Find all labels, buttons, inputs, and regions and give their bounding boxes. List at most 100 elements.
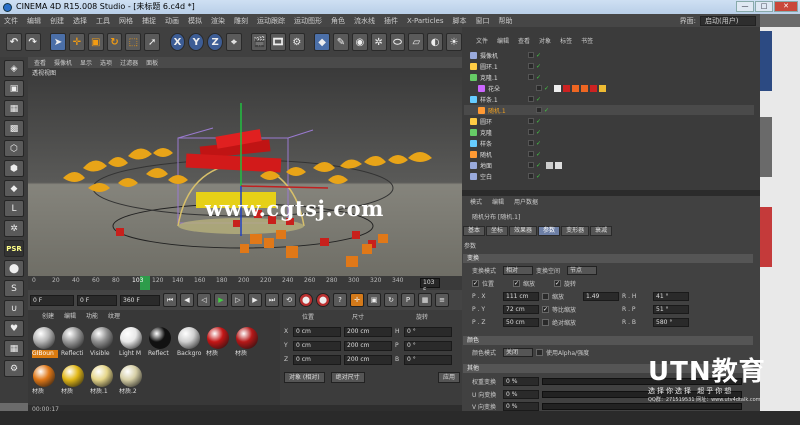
axis-mode-icon[interactable]: L [4, 200, 24, 217]
object-row[interactable]: 克隆.1 ✓ [464, 72, 754, 82]
object-enable-check-icon[interactable]: ✓ [536, 129, 544, 136]
next-key-icon[interactable]: ▶ [248, 293, 262, 307]
weight-field[interactable]: 0 % [503, 377, 539, 386]
obj-menu-file[interactable]: 文件 [476, 36, 488, 46]
obj-menu-edit[interactable]: 编辑 [497, 36, 509, 46]
coord-pos-y-field[interactable]: 0 cm [293, 340, 341, 351]
workplane-icon[interactable]: ▩ [4, 120, 24, 137]
rot-h-field[interactable]: 41 ° [653, 292, 689, 301]
material-tag-icon[interactable] [599, 84, 606, 92]
menu-character[interactable]: 角色 [331, 16, 345, 26]
u-field[interactable]: 0 % [503, 390, 539, 399]
texture-mode-icon[interactable]: ▦ [4, 100, 24, 117]
snap-icon[interactable]: ⬤ [4, 260, 24, 277]
color-mode-dropdown[interactable]: 关闭 [503, 348, 533, 357]
tab-coord[interactable]: 坐标 [486, 226, 509, 236]
menu-window[interactable]: 窗口 [475, 16, 489, 26]
tab-parameters[interactable]: 参数 [538, 226, 561, 236]
material-swatch[interactable]: Visible [90, 326, 114, 362]
vp-menu-options[interactable]: 选项 [100, 58, 112, 67]
material-tag-icon[interactable] [555, 161, 562, 169]
loop-icon[interactable]: ⟲ [282, 293, 296, 307]
pos-y-field[interactable]: 72 cm [503, 305, 539, 314]
material-swatch[interactable]: 材质.2 [119, 364, 143, 400]
tab-deformer[interactable]: 变形器 [561, 226, 590, 236]
menu-animate[interactable]: 动画 [165, 16, 179, 26]
transform-mode-dropdown[interactable]: 相对 [503, 266, 533, 275]
object-layer-checkbox[interactable] [528, 96, 534, 102]
move-icon[interactable]: ✛ [68, 33, 85, 51]
menu-simulate[interactable]: 模拟 [188, 16, 202, 26]
v-slider[interactable] [542, 403, 742, 410]
y-axis-lock-button[interactable]: Y [188, 33, 205, 51]
object-enable-check-icon[interactable]: ✓ [536, 173, 544, 180]
timeline-menu-icon[interactable]: ≡ [435, 293, 449, 307]
light-icon[interactable]: ☀ [446, 33, 462, 51]
spline-pen-icon[interactable]: ✎ [333, 33, 349, 51]
menu-motion-tracking[interactable]: 运动跟踪 [257, 16, 285, 26]
menu-xparticles[interactable]: X-Particles [407, 17, 443, 25]
object-enable-check-icon[interactable]: ✓ [536, 151, 544, 158]
menu-mograph[interactable]: 运动图形 [294, 16, 322, 26]
psr-lock-button[interactable]: PSR [4, 240, 24, 257]
polygons-mode-icon[interactable]: ◆ [4, 180, 24, 197]
object-layer-checkbox[interactable] [528, 129, 534, 135]
material-swatch[interactable]: 材质 [61, 364, 85, 400]
menu-pipeline[interactable]: 流水线 [354, 16, 375, 26]
object-enable-check-icon[interactable]: ✓ [536, 140, 544, 147]
play-icon[interactable]: ▶ [214, 293, 228, 307]
render-picture-viewer-icon[interactable]: 🎞 [270, 33, 286, 51]
record-keys-icon[interactable]: ⬤ [299, 293, 313, 307]
xpresso-icon[interactable]: ⚙ [4, 360, 24, 377]
material-swatch[interactable]: 材质.1 [90, 364, 114, 400]
timeline-end-field[interactable]: 103 F [420, 278, 440, 294]
object-enable-check-icon[interactable]: ✓ [544, 107, 552, 114]
material-swatch[interactable]: 材质 [206, 326, 230, 362]
rot-b-field[interactable]: 580 ° [653, 318, 689, 327]
object-row[interactable]: 样条 ✓ [464, 138, 754, 148]
minimize-button[interactable]: — [736, 1, 754, 12]
mat-menu-texture[interactable]: 纹理 [108, 311, 120, 321]
mat-menu-function[interactable]: 功能 [86, 311, 98, 321]
magnet-icon[interactable]: ∪ [4, 300, 24, 317]
coord-pos-z-field[interactable]: 0 cm [293, 354, 341, 365]
object-layer-checkbox[interactable] [528, 74, 534, 80]
object-row[interactable]: 随机.1 ✓ [464, 105, 754, 115]
make-editable-icon[interactable]: ◈ [4, 60, 24, 77]
coord-rot-h-field[interactable]: 0 ° [404, 326, 452, 337]
coord-size-y-field[interactable]: 200 cm [344, 340, 392, 351]
obj-menu-bookmarks[interactable]: 书签 [581, 36, 593, 46]
material-swatch[interactable]: Reflect [148, 326, 172, 362]
rot-p-field[interactable]: 51 ° [653, 305, 689, 314]
rotate-icon[interactable]: ↻ [106, 33, 123, 51]
position-key-icon[interactable]: ✛ [350, 293, 364, 307]
rotation-checkbox[interactable]: ✓ [554, 280, 561, 287]
uniform-scale-checkbox[interactable]: ✓ [542, 306, 549, 313]
object-layer-checkbox[interactable] [528, 151, 534, 157]
object-row[interactable]: 空白 ✓ [464, 171, 754, 181]
render-view-icon[interactable]: 🎬 [251, 33, 268, 51]
pos-z-field[interactable]: 50 cm [503, 318, 539, 327]
v-field[interactable]: 0 % [503, 402, 539, 411]
material-tag-icon[interactable] [546, 161, 553, 169]
heart-icon[interactable]: ♥ [4, 320, 24, 337]
goto-end-icon[interactable]: ⏭ [265, 293, 279, 307]
attr-menu-userdata[interactable]: 用户数据 [514, 197, 538, 207]
maximize-button[interactable]: □ [755, 1, 773, 12]
material-swatch[interactable]: GIBoun [32, 326, 58, 362]
coord-size-x-field[interactable]: 200 cm [344, 326, 392, 337]
scale-key-icon[interactable]: ▣ [367, 293, 381, 307]
object-layer-checkbox[interactable] [536, 107, 542, 113]
floor-icon[interactable]: ▱ [408, 33, 425, 51]
menu-select[interactable]: 选择 [73, 16, 87, 26]
scale-checkbox[interactable]: ✓ [513, 280, 520, 287]
vp-menu-view[interactable]: 查看 [34, 58, 46, 67]
scale-icon[interactable]: ▣ [87, 33, 104, 51]
layout-select[interactable]: 启动(用户) [700, 15, 756, 26]
coord-rot-p-field[interactable]: 0 ° [404, 340, 452, 351]
mat-menu-create[interactable]: 创建 [42, 311, 54, 321]
max-frame-field[interactable]: 360 F [120, 294, 160, 306]
undo-icon[interactable]: ↶ [6, 33, 22, 51]
start-frame-field[interactable]: 0 F [30, 294, 74, 306]
mat-menu-edit[interactable]: 编辑 [64, 311, 76, 321]
